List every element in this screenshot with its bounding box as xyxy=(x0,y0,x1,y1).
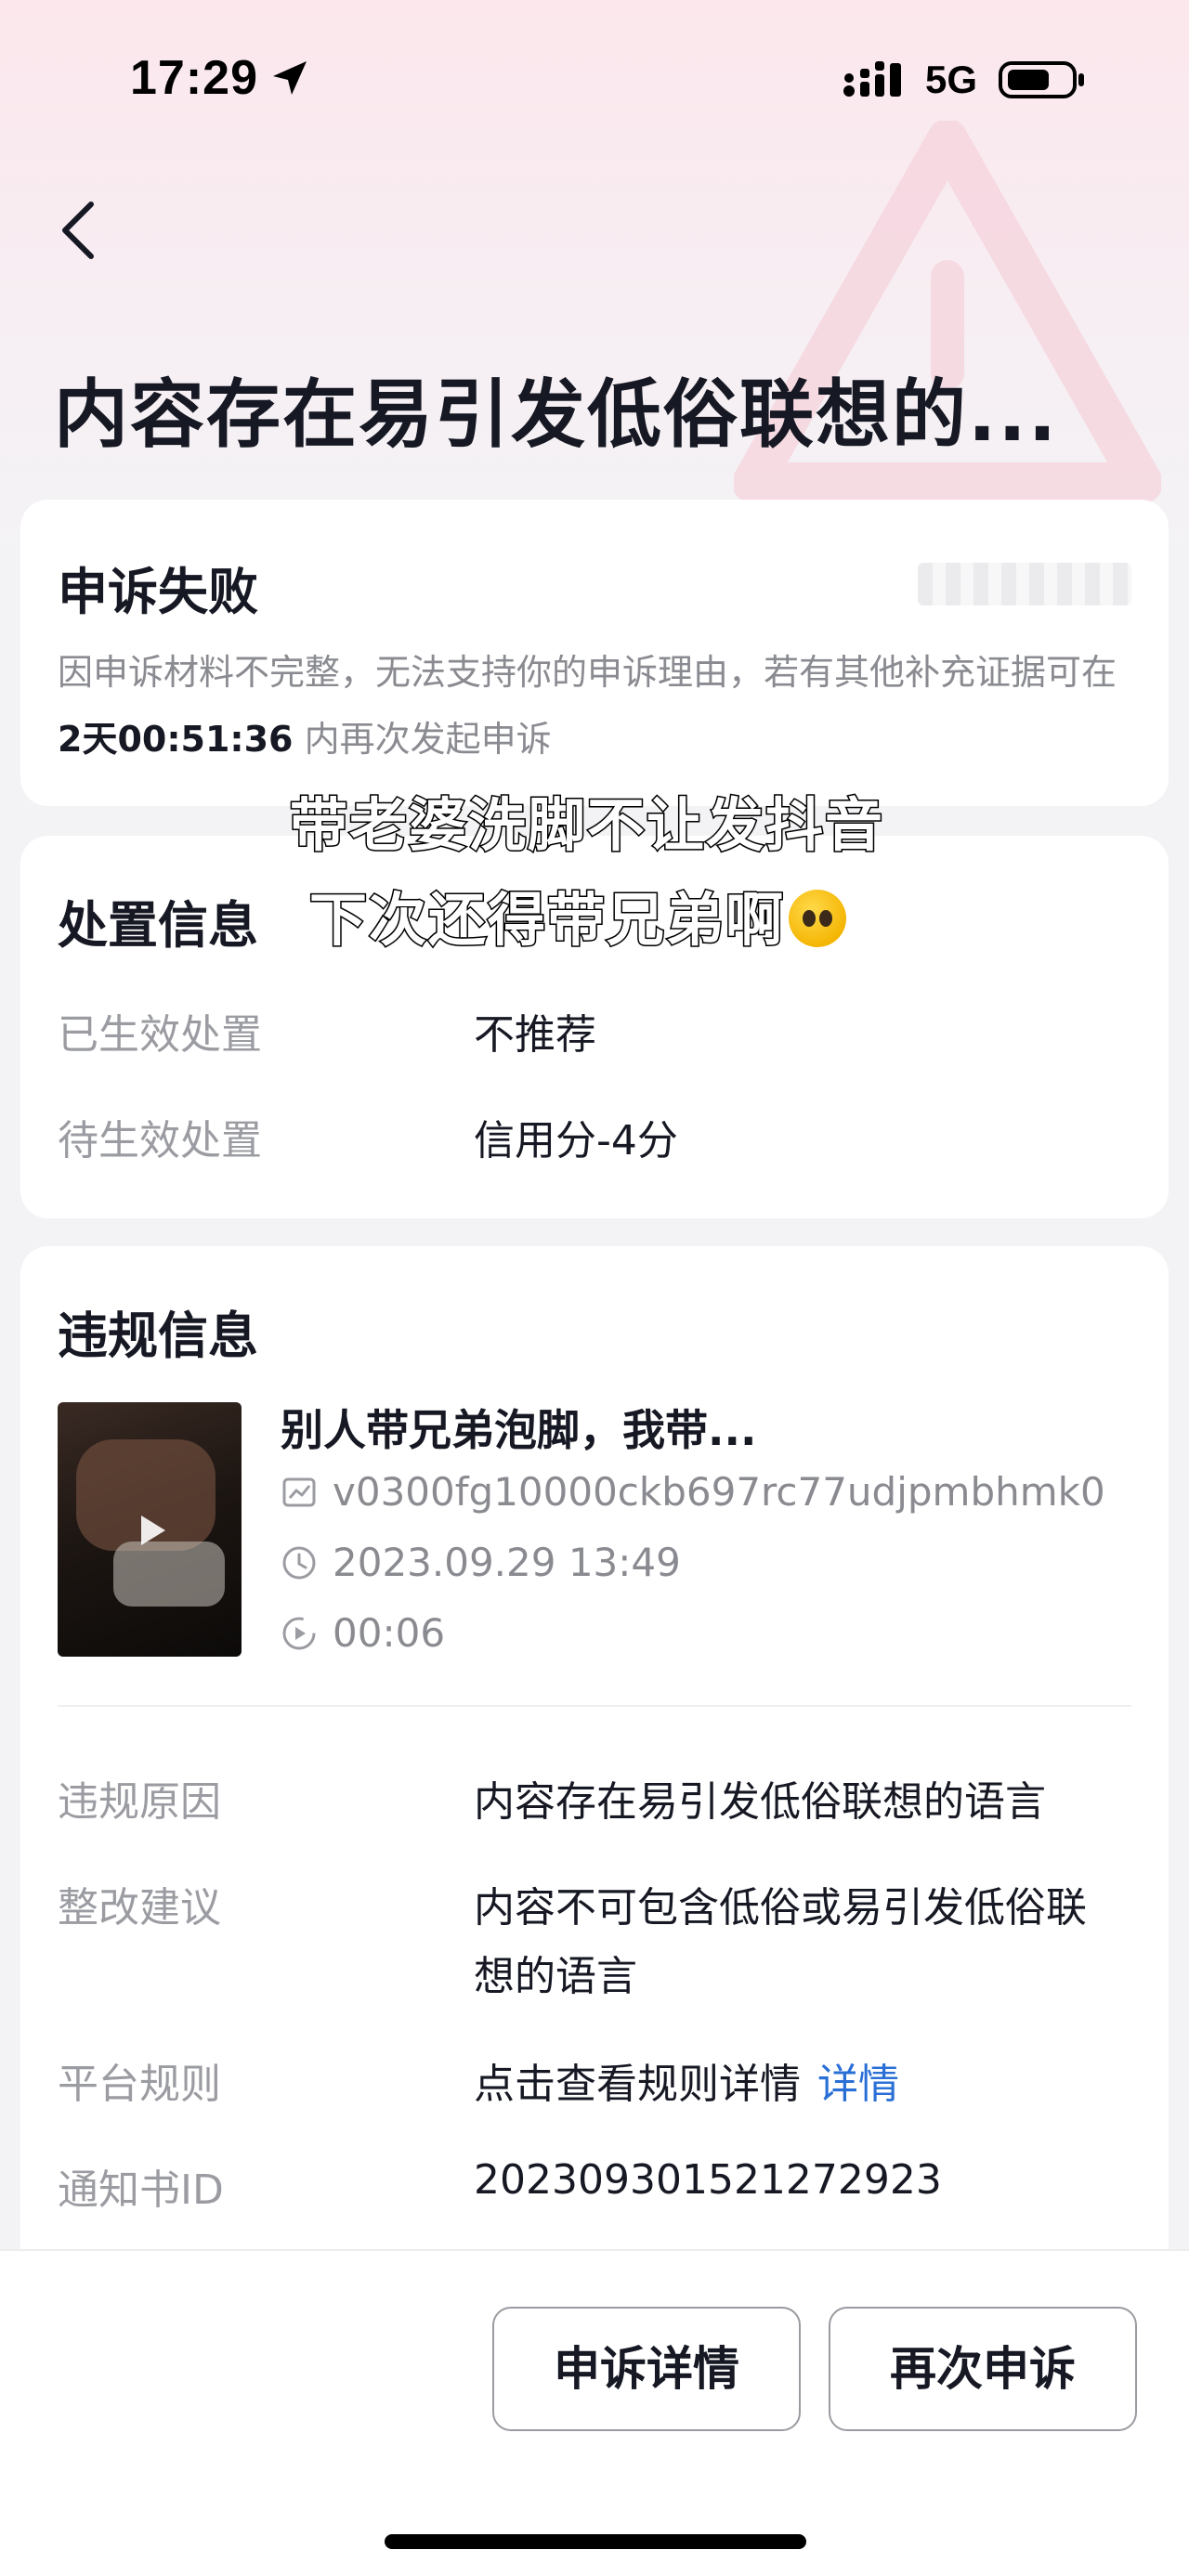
rectification-row: 整改建议 内容不可包含低俗或易引发低俗联 想的语言 xyxy=(58,1874,1135,2000)
battery-icon xyxy=(999,61,1084,98)
violation-row-value-cont: 想的语言 xyxy=(474,1953,637,2000)
rule-text: 点击查看规则详情 xyxy=(474,2061,801,2108)
violation-row-value: 202309301521272923 xyxy=(474,2156,942,2204)
video-id-row: v0300fg10000ckb697rc77udjpmbhmk0 xyxy=(281,1469,1105,1515)
play-circle-icon xyxy=(282,1617,316,1650)
page-title: 内容存在易引发低俗联想的... xyxy=(54,371,1059,458)
appeal-desc-tail: 内再次发起申诉 xyxy=(293,719,552,760)
violation-info-title: 违规信息 xyxy=(58,1307,258,1365)
home-indicator xyxy=(385,2534,806,2549)
appeal-desc-text: 因申诉材料不完整，无法支持你的申诉理由，若有其他补充证据可在 xyxy=(58,652,1117,693)
rule-detail-link[interactable]: 详情 xyxy=(817,2061,899,2108)
signal-icon xyxy=(843,61,901,97)
appeal-description: 因申诉材料不完整，无法支持你的申诉理由，若有其他补充证据可在 2天00:51:3… xyxy=(58,639,1135,773)
violation-row-value: 内容不可包含低俗或易引发低俗联 xyxy=(474,1884,1087,1932)
action-row-value: 信用分-4分 xyxy=(474,1117,678,1164)
location-arrow-icon xyxy=(273,61,307,95)
status-time: 17:29 xyxy=(130,51,258,105)
violation-row-label: 整改建议 xyxy=(58,1884,221,1932)
clock-icon xyxy=(282,1546,316,1580)
back-chevron-icon[interactable] xyxy=(48,197,108,264)
violation-row-value: 点击查看规则详情 详情 xyxy=(474,2050,899,2110)
violation-row-value: 内容存在易引发低俗联想的语言 xyxy=(474,1778,1046,1826)
video-datetime: 2023.09.29 13:49 xyxy=(333,1540,681,1585)
chart-trend-icon xyxy=(282,1477,316,1507)
divider xyxy=(58,1705,1131,1707)
video-title[interactable]: 别人带兄弟泡脚，我带... xyxy=(281,1397,756,1458)
violation-row-label: 通知书ID xyxy=(58,2166,224,2214)
status-bar: 17:29 5G xyxy=(0,0,1189,158)
violation-info-card: 违规信息 别人带兄弟泡脚，我带... v0300fg10000ckb697rc7… xyxy=(20,1246,1169,2268)
action-row-value: 不推荐 xyxy=(474,1011,596,1059)
overlay-caption-line2: 下次还得带兄弟啊 xyxy=(0,873,1172,956)
caption-line2-text: 下次还得带兄弟啊 xyxy=(307,885,785,956)
appeal-countdown: 2天00:51:36 xyxy=(58,719,294,760)
video-id: v0300fg10000ckb697rc77udjpmbhmk0 xyxy=(333,1469,1105,1515)
appeal-again-button[interactable]: 再次申诉 xyxy=(829,2307,1137,2431)
video-duration-row: 00:06 xyxy=(281,1610,445,1656)
play-icon xyxy=(141,1516,165,1545)
blurred-info xyxy=(918,563,1131,605)
action-row-label: 待生效处置 xyxy=(58,1117,262,1164)
pleading-face-icon xyxy=(789,890,846,947)
video-duration: 00:06 xyxy=(333,1610,446,1656)
appeal-status-title: 申诉失败 xyxy=(58,563,258,621)
overlay-caption-line1: 带老婆洗脚不让发抖音 xyxy=(288,790,884,861)
violation-row-label: 平台规则 xyxy=(58,2061,221,2108)
violation-row-label: 违规原因 xyxy=(58,1778,221,1826)
network-label: 5G xyxy=(925,58,978,101)
appeal-detail-button[interactable]: 申诉详情 xyxy=(492,2307,801,2431)
action-row-label: 已生效处置 xyxy=(58,1011,262,1059)
video-thumbnail[interactable] xyxy=(58,1402,242,1657)
video-datetime-row: 2023.09.29 13:49 xyxy=(281,1540,681,1585)
bottom-action-bar: 申诉详情 再次申诉 xyxy=(0,2249,1189,2576)
appeal-status-card: 申诉失败 因申诉材料不完整，无法支持你的申诉理由，若有其他补充证据可在 2天00… xyxy=(20,500,1169,806)
